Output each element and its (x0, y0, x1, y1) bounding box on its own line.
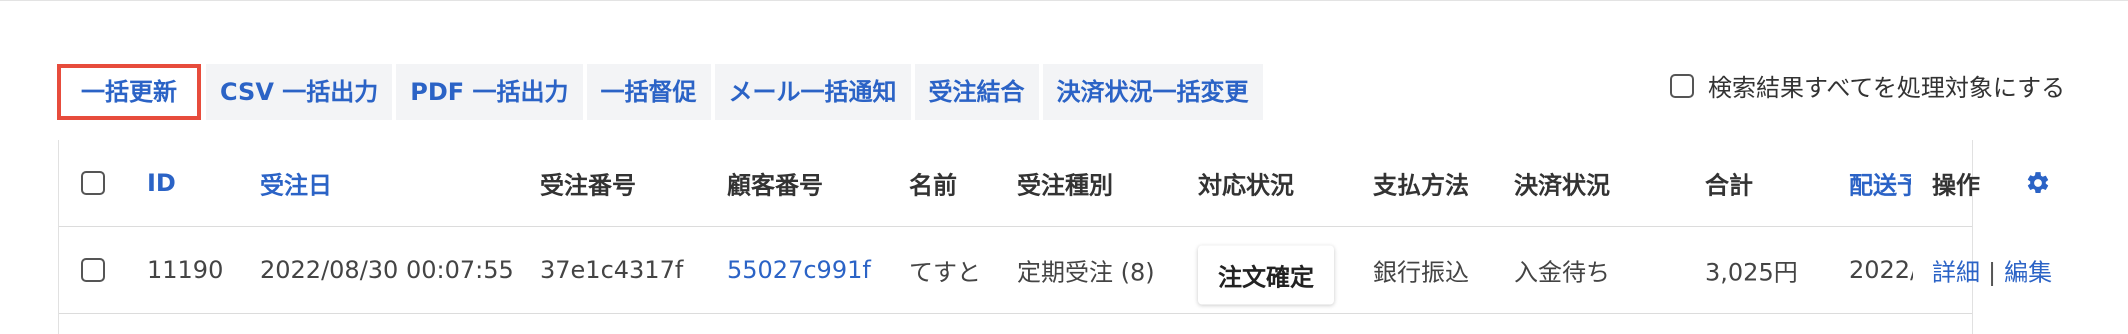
column-header-actions: 操作 (1932, 171, 1980, 200)
bulk-action-toolbar: 一括更新 CSV 一括出力 PDF 一括出力 一括督促 メール一括通知 受注結合… (58, 64, 1267, 120)
cell-payment-method: 銀行振込 (1373, 258, 1469, 287)
column-header-id[interactable]: ID (147, 169, 176, 197)
column-header-order-no: 受注番号 (540, 171, 636, 200)
select-all-results[interactable]: 検索結果すべてを処理対象にする (1670, 68, 2065, 103)
cell-id: 11190 (147, 256, 224, 284)
column-header-order-date[interactable]: 受注日 (260, 166, 332, 201)
column-header-shipping[interactable]: 配送予 (1849, 166, 1911, 201)
csv-bulk-export-button[interactable]: CSV 一括出力 (206, 64, 393, 120)
table-row: 11190 2022/08/30 00:07:55 37e1c4317f 550… (59, 227, 2052, 314)
cell-order-no: 37e1c4317f (540, 256, 684, 284)
column-header-status: 対応状況 (1198, 171, 1294, 200)
column-header-order-type: 受注種別 (1017, 171, 1113, 200)
orders-table: ID 受注日 受注番号 顧客番号 名前 受注種別 対応状況 支払方法 決済状況 … (58, 140, 2052, 334)
cell-name: てすと (909, 258, 981, 287)
column-header-total: 合計 (1705, 171, 1753, 200)
pdf-bulk-export-button[interactable]: PDF 一括出力 (396, 64, 583, 120)
row-checkbox[interactable] (81, 258, 105, 282)
actions-separator: | (1988, 258, 1997, 287)
cell-payment-status: 入金待ち (1514, 258, 1610, 287)
bulk-reminder-button[interactable]: 一括督促 (586, 64, 711, 120)
row-actions: 詳細 | 編集 (1932, 253, 2052, 288)
detail-link[interactable]: 詳細 (1932, 259, 1980, 287)
bulk-payment-status-change-button[interactable]: 決済状況一括変更 (1042, 64, 1263, 120)
cell-customer-no-link[interactable]: 55027c991f (727, 256, 871, 284)
cell-order-date: 2022/08/30 00:07:55 (260, 256, 514, 284)
cell-order-type: 定期受注 (8) (1017, 258, 1155, 287)
edit-link[interactable]: 編集 (2004, 259, 2052, 287)
table-header-row: ID 受注日 受注番号 顧客番号 名前 受注種別 対応状況 支払方法 決済状況 … (59, 140, 1980, 227)
status-badge[interactable]: 注文確定 (1198, 245, 1334, 305)
column-header-payment-status: 決済状況 (1514, 171, 1610, 200)
column-header-name: 名前 (909, 171, 957, 200)
select-all-checkbox[interactable] (1670, 73, 1694, 98)
cell-shipping-date: 2022/ (1849, 256, 1913, 284)
column-header-payment-method: 支払方法 (1373, 171, 1469, 200)
bulk-update-button[interactable]: 一括更新 (58, 64, 200, 120)
column-header-customer-no: 顧客番号 (727, 171, 823, 200)
cell-total: 3,025円 (1705, 258, 1798, 287)
gear-icon[interactable] (2025, 170, 2051, 200)
top-divider (0, 0, 2128, 1)
bulk-mail-notify-button[interactable]: メール一括通知 (714, 64, 911, 120)
select-all-label: 検索結果すべてを処理対象にする (1708, 74, 2066, 102)
header-checkbox[interactable] (81, 171, 105, 195)
merge-orders-button[interactable]: 受注結合 (914, 64, 1039, 120)
